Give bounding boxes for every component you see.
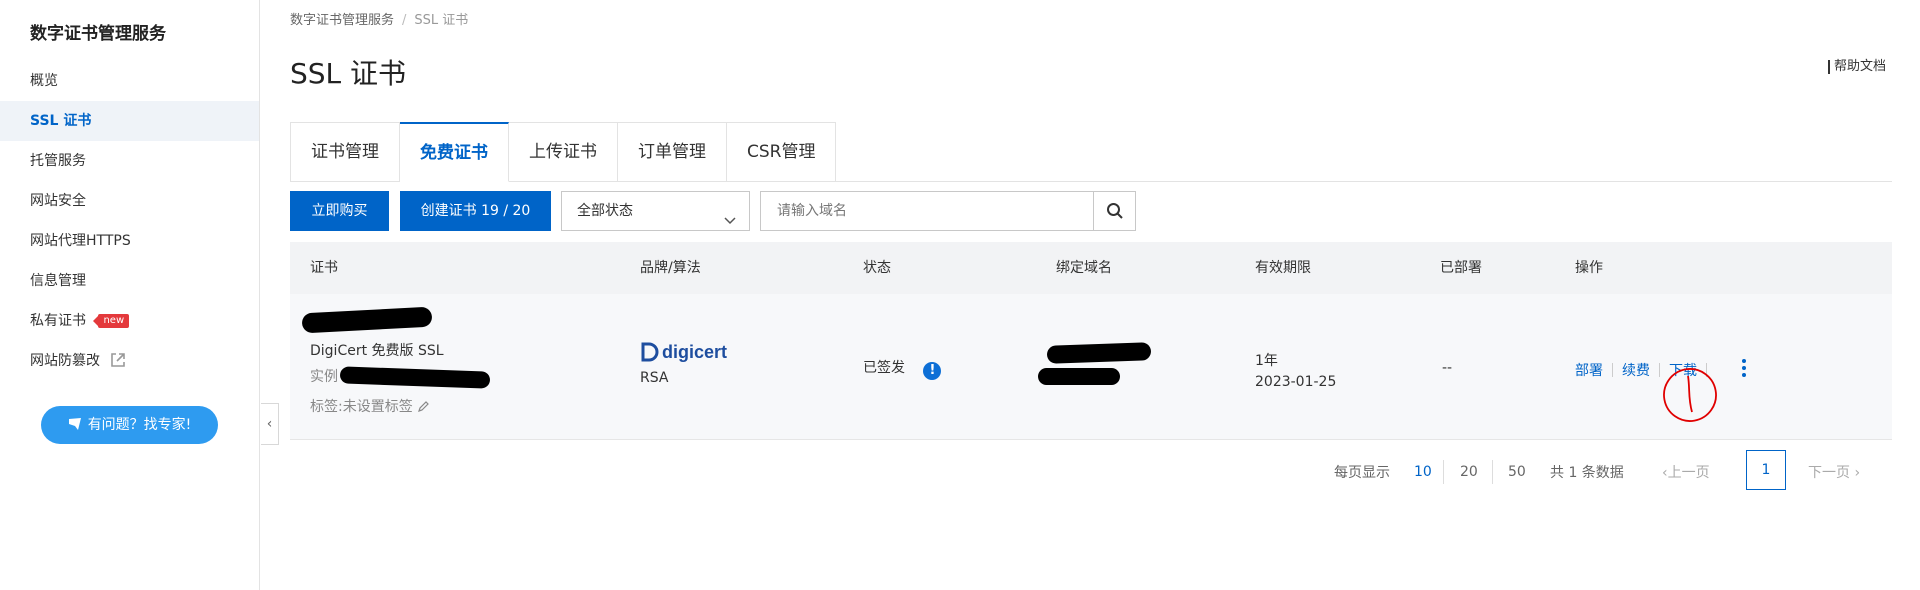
ask-expert-label: 有问题？找专家! <box>87 417 192 433</box>
certificate-type: DigiCert 免费版 SSL <box>310 343 444 359</box>
tab-csr-management[interactable]: CSR管理 <box>727 122 837 182</box>
redacted-domain-1 <box>1046 342 1152 364</box>
renew-link[interactable]: 续费 <box>1622 363 1650 379</box>
deploy-link[interactable]: 部署 <box>1575 363 1603 379</box>
divider <box>1706 363 1707 377</box>
column-header-actions: 操作 <box>1575 260 1603 276</box>
page-size-50[interactable]: 50 <box>1508 464 1526 480</box>
tab-order-management[interactable]: 订单管理 <box>618 122 727 182</box>
redacted-domain-2 <box>1038 368 1120 385</box>
table-header: 证书 品牌/算法 状态 绑定域名 有效期限 已部署 操作 <box>290 242 1892 294</box>
sidebar-item-hosting-service[interactable]: 托管服务 <box>0 141 259 181</box>
instance-label: 实例 <box>310 369 338 385</box>
tab-bar: 证书管理 免费证书 上传证书 订单管理 CSR管理 <box>290 122 837 182</box>
prev-page-button[interactable]: ‹上一页 <box>1662 462 1710 482</box>
sidebar-item-label: 网站安全 <box>30 193 86 209</box>
status-filter-value: 全部状态 <box>577 203 633 219</box>
column-header-status: 状态 <box>863 260 891 276</box>
per-page-label: 每页显示 <box>1334 465 1390 481</box>
prev-page-label: 上一页 <box>1667 465 1710 481</box>
sidebar-item-ssl-certificate[interactable]: SSL 证书 <box>0 101 259 141</box>
help-doc-link[interactable]: 帮助文档 <box>1828 60 1886 74</box>
create-certificate-button[interactable]: 创建证书 19 / 20 <box>400 191 551 231</box>
download-link[interactable]: 下载 <box>1669 363 1697 379</box>
breadcrumb: 数字证书管理服务 / SSL 证书 <box>290 9 468 28</box>
sidebar-item-label: 概览 <box>30 73 58 89</box>
chevron-down-icon <box>723 204 737 242</box>
sidebar-item-label: 网站代理HTTPS <box>30 233 131 249</box>
sidebar-item-website-security[interactable]: 网站安全 <box>0 181 259 221</box>
algorithm: RSA <box>640 370 669 386</box>
buy-now-button[interactable]: 立即购买 <box>290 191 389 231</box>
chat-icon <box>68 408 82 446</box>
sidebar-item-private-certificate[interactable]: 私有证书 new <box>0 301 259 341</box>
validity-period: 1年 <box>1255 353 1278 369</box>
app-root: 数字证书管理服务 概览 SSL 证书 托管服务 网站安全 网站代理HTTPS 信… <box>0 0 1920 590</box>
next-page-button[interactable]: 下一页 › <box>1808 462 1860 482</box>
new-badge: new <box>93 314 130 328</box>
redacted-instance-id <box>339 366 491 389</box>
total-count: 共 1 条数据 <box>1550 465 1624 481</box>
column-header-brand: 品牌/算法 <box>640 260 701 276</box>
brand-text: digicert <box>662 342 727 362</box>
page-title: SSL 证书 <box>290 57 407 90</box>
tab-upload-certificate[interactable]: 上传证书 <box>509 122 618 182</box>
sidebar-item-tamper-protection[interactable]: 网站防篡改 <box>0 341 259 381</box>
page-number-current[interactable]: 1 <box>1746 450 1786 490</box>
page-size-10[interactable]: 10 <box>1414 464 1432 480</box>
divider <box>1659 363 1660 377</box>
sidebar-item-info-management[interactable]: 信息管理 <box>0 261 259 301</box>
tag-link[interactable]: 标签:未设置标签 <box>310 396 430 416</box>
sidebar-collapse-button[interactable]: ‹ <box>261 403 279 445</box>
status-text: 已签发 <box>863 360 905 376</box>
column-header-certificate: 证书 <box>310 260 338 276</box>
column-header-validity: 有效期限 <box>1255 260 1311 276</box>
domain-search <box>760 191 1136 231</box>
info-icon[interactable]: ! <box>923 362 942 380</box>
table-row: DigiCert 免费版 SSL 实例 标签:未设置标签 digicert RS… <box>290 294 1892 440</box>
domain-search-input[interactable] <box>761 192 1094 230</box>
deployed-count: -- <box>1442 360 1453 376</box>
column-header-domain: 绑定域名 <box>1056 260 1112 276</box>
redacted-certificate-name <box>301 306 433 334</box>
tab-certificate-management[interactable]: 证书管理 <box>290 122 400 182</box>
breadcrumb-current: SSL 证书 <box>414 13 469 28</box>
search-button[interactable] <box>1093 192 1135 230</box>
column-header-deployed: 已部署 <box>1440 260 1482 276</box>
external-link-icon <box>110 344 126 384</box>
breadcrumb-root[interactable]: 数字证书管理服务 <box>290 13 394 28</box>
status-cell: 已签发 ! <box>863 357 942 380</box>
sidebar-item-overview[interactable]: 概览 <box>0 61 259 101</box>
divider <box>1492 460 1493 484</box>
more-actions-icon[interactable] <box>1740 359 1748 381</box>
sidebar-item-label: 信息管理 <box>30 273 86 289</box>
sidebar-item-label: 私有证书 <box>30 313 86 329</box>
sidebar-item-label: 网站防篡改 <box>30 353 100 369</box>
divider <box>1612 363 1613 377</box>
digicert-logo: digicert <box>640 340 745 368</box>
divider <box>1443 460 1444 484</box>
row-actions: 部署 续费 下载 <box>1575 360 1716 380</box>
sidebar: 数字证书管理服务 概览 SSL 证书 托管服务 网站安全 网站代理HTTPS 信… <box>0 0 260 590</box>
sidebar-item-label: SSL 证书 <box>30 113 92 129</box>
sidebar-item-label: 托管服务 <box>30 153 86 169</box>
tab-free-certificate[interactable]: 免费证书 <box>400 122 509 182</box>
next-page-label: 下一页 <box>1808 465 1850 481</box>
edit-icon <box>417 399 430 415</box>
sidebar-title: 数字证书管理服务 <box>30 24 166 44</box>
chevron-left-icon: ‹ <box>266 416 273 432</box>
sidebar-item-https-proxy[interactable]: 网站代理HTTPS <box>0 221 259 261</box>
status-filter-select[interactable]: 全部状态 <box>561 191 750 231</box>
ask-expert-button[interactable]: 有问题？找专家! <box>41 406 218 444</box>
expiry-date: 2023-01-25 <box>1255 374 1337 390</box>
breadcrumb-separator: / <box>402 13 407 28</box>
page-size-20[interactable]: 20 <box>1460 464 1478 480</box>
chevron-right-icon: › <box>1850 465 1861 481</box>
tag-label: 标签:未设置标签 <box>310 399 413 415</box>
